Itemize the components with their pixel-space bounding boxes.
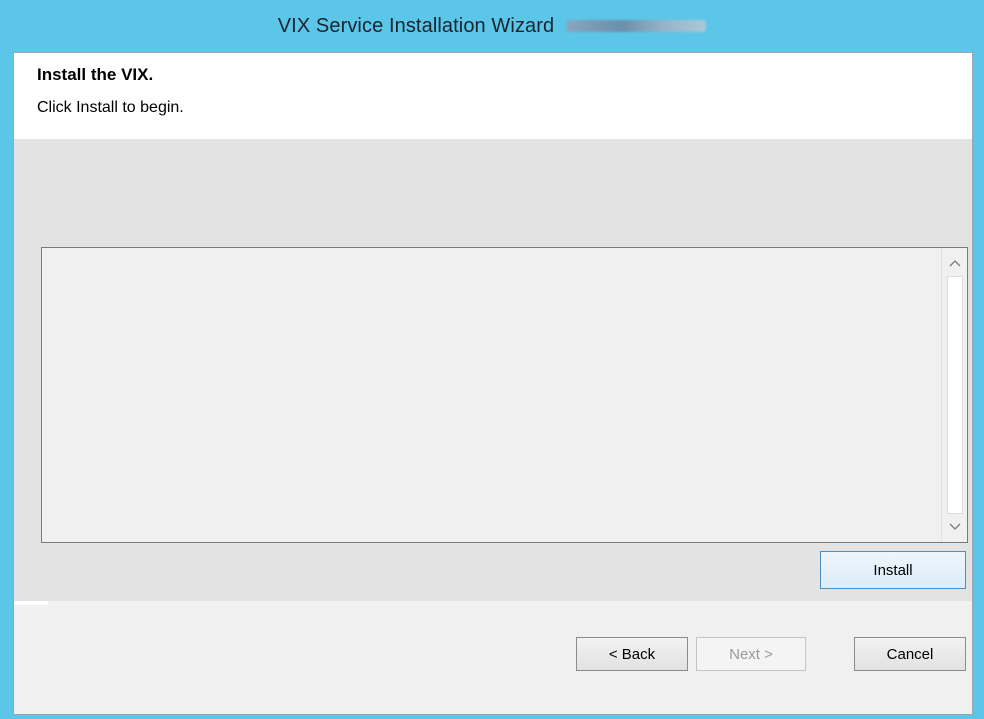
chevron-up-icon[interactable] [942, 252, 968, 274]
wizard-body: Install [14, 139, 972, 601]
page-title: Install the VIX. [37, 65, 154, 84]
wizard-client-area: Install the VIX. Click Install to begin.… [13, 52, 973, 715]
footer-divider [14, 601, 48, 605]
log-scrollbar[interactable] [941, 248, 967, 542]
title-bar[interactable]: VIX Service Installation Wizard [0, 0, 984, 52]
install-log-textbox[interactable] [41, 247, 968, 543]
wizard-header: Install the VIX. Click Install to begin. [14, 53, 972, 139]
wizard-footer: < Back Next > Cancel [14, 601, 972, 714]
next-button[interactable]: Next > [696, 637, 806, 671]
chevron-down-icon[interactable] [942, 516, 968, 538]
window-title: VIX Service Installation Wizard [277, 14, 555, 37]
install-button[interactable]: Install [820, 551, 966, 589]
page-subtitle: Click Install to begin. [37, 99, 184, 116]
installer-window: VIX Service Installation Wizard Install … [0, 0, 984, 719]
scroll-track[interactable] [947, 276, 963, 514]
cancel-button[interactable]: Cancel [854, 637, 966, 671]
redacted-version-mark [566, 20, 707, 32]
back-button[interactable]: < Back [576, 637, 688, 671]
